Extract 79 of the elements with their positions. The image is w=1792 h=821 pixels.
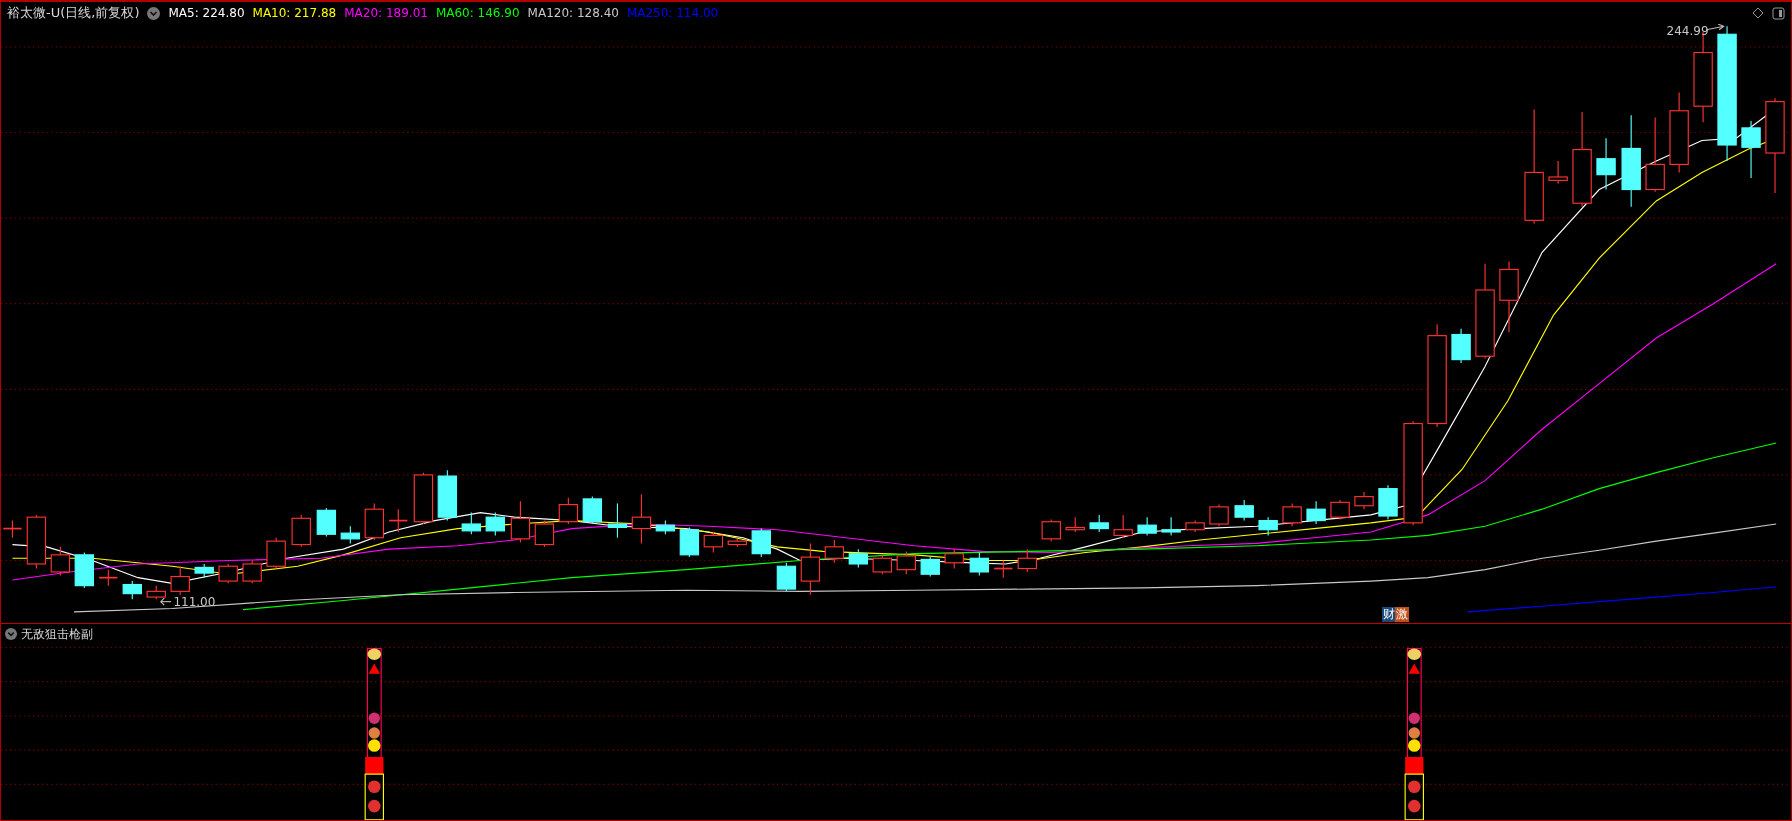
candlestick: [1451, 328, 1471, 364]
candlestick: [848, 548, 869, 568]
candlestick: [291, 514, 311, 548]
candlestick: [1282, 502, 1302, 527]
candlestick: [800, 542, 821, 596]
candlestick: [1209, 504, 1229, 527]
candlestick: [146, 585, 166, 600]
candlestick: [1258, 516, 1278, 536]
candlestick: [1741, 120, 1761, 179]
dropdown-icon[interactable]: [5, 628, 17, 640]
candlestick: [74, 551, 95, 589]
candlestick: [1089, 514, 1109, 533]
panel-icon[interactable]: [1772, 6, 1785, 20]
diamond-icon[interactable]: [1752, 7, 1764, 19]
candlestick: [266, 537, 286, 570]
candlestick: [679, 526, 700, 558]
candlestick: [26, 514, 47, 570]
candlestick: [1548, 160, 1568, 185]
candlestick: [607, 502, 628, 539]
candlestick: [1113, 514, 1133, 539]
candlestick: [218, 563, 238, 584]
candlestick: [920, 556, 940, 578]
candlestick: [340, 525, 361, 544]
indicator-title: 无敌狙击枪副: [21, 625, 93, 643]
candlestick: [993, 559, 1014, 579]
moving-average-legend: MA60: 146.90: [435, 6, 520, 20]
pointer-arrow: [160, 597, 172, 606]
dropdown-icon[interactable]: [147, 6, 161, 20]
candlestick: [122, 580, 142, 600]
candlestick: [1137, 516, 1157, 536]
candlestick: [170, 565, 190, 596]
event-badge[interactable]: 激: [1395, 607, 1410, 623]
candlestick: [751, 528, 771, 558]
candlestick: [776, 562, 797, 592]
stock-title: 裕太微-U(日线,前复权): [7, 4, 140, 22]
candlestick: [1041, 518, 1061, 542]
candlestick: [461, 512, 482, 535]
candlestick: [1017, 548, 1037, 573]
candlestick: [316, 507, 337, 538]
candlestick: [872, 554, 892, 575]
moving-average-legend: MA250: 114.00: [626, 6, 719, 20]
candlestick: [510, 500, 531, 543]
candlestick: [50, 546, 71, 576]
candlestick: [631, 493, 652, 544]
candlestick: [388, 508, 409, 533]
candlestick: [1306, 500, 1326, 525]
candlestick: [1378, 484, 1398, 520]
candlestick: [969, 551, 990, 576]
candlestick: [485, 512, 505, 536]
candlestick: [703, 531, 724, 554]
candlestick: [2, 520, 23, 539]
candlestick: [98, 569, 119, 587]
moving-average-legend: MA120: 128.40: [527, 6, 619, 20]
candlestick: [534, 520, 555, 548]
candlestick: [824, 539, 845, 564]
candlestick: [413, 472, 434, 525]
candlestick: [364, 502, 384, 541]
candlestick: [1596, 137, 1616, 191]
candlestick: [1330, 499, 1350, 520]
moving-average-legend: MA5: 224.80: [168, 6, 245, 20]
candlestick: [242, 559, 262, 584]
event-badge[interactable]: 财: [1382, 607, 1397, 623]
candlestick: [437, 469, 458, 522]
low-price-label: 111.00: [173, 594, 216, 609]
candlestick: [1065, 516, 1085, 533]
candlestick: [896, 550, 916, 575]
high-price-label: 244.99: [1666, 23, 1709, 38]
moving-average-legend: MA10: 217.88: [252, 6, 337, 20]
candlestick: [944, 548, 964, 570]
candlestick: [1161, 516, 1181, 536]
candlestick: [558, 497, 579, 525]
candlestick: [727, 538, 748, 548]
candlestick: [1354, 491, 1374, 510]
moving-average-legend: MA20: 189.01: [344, 6, 428, 20]
candlestick: [655, 520, 676, 535]
candlestick: [1185, 520, 1205, 533]
candlestick: [1234, 499, 1254, 522]
candlestick: [582, 496, 603, 525]
candlestick: [194, 563, 214, 579]
